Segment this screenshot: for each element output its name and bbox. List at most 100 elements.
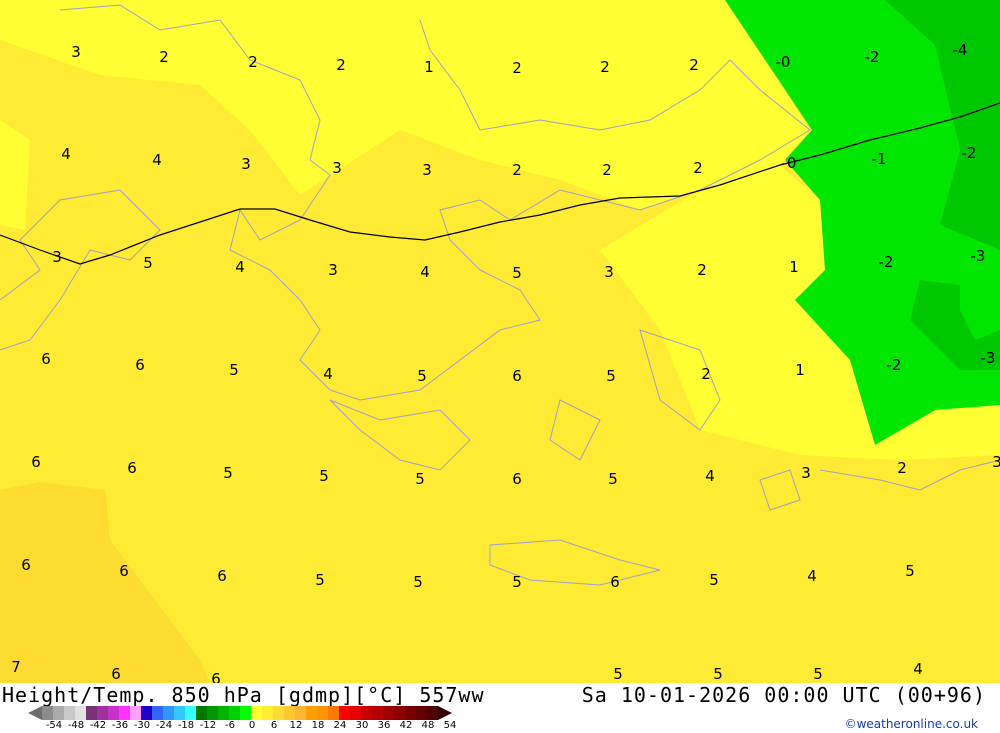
temperature-label: 3: [992, 453, 1000, 471]
temperature-label: 5: [512, 573, 522, 591]
temperature-label: 2: [689, 56, 699, 74]
scale-tick-label: 48: [421, 720, 435, 731]
temperature-label: 6: [610, 573, 620, 591]
scale-left-arrow: [28, 706, 42, 720]
footer: Height/Temp. 850 hPa [gdmp][°C] 557ww Sa…: [0, 683, 1000, 733]
temperature-label: 6: [512, 470, 522, 488]
temperature-label: 5: [709, 571, 719, 589]
weather-map: 3 2 2 2 1 2 2 2 -0 -2 -4 4 4 3 3 3 2 2 2 -0 -1 -2 3 5 4 3 4 5 3 2 1 -2 -…: [0, 0, 1000, 683]
scale-swatch: [372, 706, 383, 720]
scale-swatch: [163, 706, 174, 720]
temperature-label: 6: [21, 556, 31, 574]
temperature-label: 2: [159, 48, 169, 66]
temperature-label: 4: [61, 145, 71, 163]
scale-swatch: [251, 706, 262, 720]
scale-swatch: [306, 706, 317, 720]
temperature-label: 3: [71, 43, 81, 61]
temperature-label: -3: [971, 247, 986, 265]
temperature-label: -2: [865, 48, 880, 66]
temperature-label: -3: [981, 349, 996, 367]
temperature-label: 6: [31, 453, 41, 471]
temperature-label: -0: [776, 53, 791, 71]
temperature-label: 4: [913, 660, 923, 678]
temperature-label: 5: [413, 573, 423, 591]
temperature-label: 6: [211, 670, 221, 683]
valid-datetime: Sa 10-01-2026 00:00 UTC (00+96): [581, 683, 986, 707]
temperature-label: 1: [789, 258, 799, 276]
temperature-label: 5: [143, 254, 153, 272]
scale-swatch: [218, 706, 229, 720]
temperature-label: 5: [606, 367, 616, 385]
temperature-label: 3: [604, 263, 614, 281]
scale-swatch: [273, 706, 284, 720]
scale-swatch: [229, 706, 240, 720]
scale-swatch: [152, 706, 163, 720]
scale-tick-label: 42: [399, 720, 413, 731]
temperature-label: 6: [119, 562, 129, 580]
scale-right-arrow: [438, 706, 452, 720]
credit-link[interactable]: ©weatheronline.co.uk: [845, 717, 978, 731]
scale-tick-label: 0: [248, 720, 256, 731]
temperature-label: 5: [713, 665, 723, 683]
temperature-label: 5: [608, 470, 618, 488]
temperature-label: 5: [415, 470, 425, 488]
temperature-label: 4: [807, 567, 817, 585]
temperature-label: 6: [127, 459, 137, 477]
scale-swatch: [284, 706, 295, 720]
scale-swatch: [405, 706, 416, 720]
temperature-label: 2: [897, 459, 907, 477]
scale-swatch: [196, 706, 207, 720]
scale-tick-label: -48: [67, 720, 85, 731]
temperature-label: 6: [512, 367, 522, 385]
scale-swatch: [42, 706, 53, 720]
temperature-label: 4: [705, 467, 715, 485]
temperature-label: 2: [602, 161, 612, 179]
map-title: Height/Temp. 850 hPa [gdmp][°C] 557ww: [2, 683, 485, 707]
scale-swatch: [185, 706, 196, 720]
scale-swatch: [53, 706, 64, 720]
temperature-label: 5: [512, 264, 522, 282]
scale-tick-label: -24: [155, 720, 173, 731]
temperature-label: 6: [111, 665, 121, 683]
scale-swatch: [361, 706, 372, 720]
temperature-label: 2: [248, 53, 258, 71]
scale-swatch: [427, 706, 438, 720]
scale-swatch: [262, 706, 273, 720]
scale-swatch: [130, 706, 141, 720]
temperature-label: 6: [217, 567, 227, 585]
temperature-label: 5: [613, 665, 623, 683]
temperature-label: 2: [512, 161, 522, 179]
temperature-label: 1: [424, 58, 434, 76]
scale-tick-label: -42: [89, 720, 107, 731]
scale-swatch: [328, 706, 339, 720]
temperature-label: 2: [701, 365, 711, 383]
temperature-label: 5: [905, 562, 915, 580]
scale-swatch: [240, 706, 251, 720]
scale-swatch: [86, 706, 97, 720]
temperature-label: 3: [332, 159, 342, 177]
temperature-label: -4: [953, 41, 968, 59]
temperature-label: -2: [879, 253, 894, 271]
temperature-label: 2: [693, 159, 703, 177]
scale-swatch: [119, 706, 130, 720]
color-scale-legend: [28, 706, 452, 720]
temperature-label: 2: [512, 59, 522, 77]
scale-tick-label: -18: [177, 720, 195, 731]
temperature-label: 5: [229, 361, 239, 379]
temperature-label: 5: [315, 571, 325, 589]
temperature-label: 3: [328, 261, 338, 279]
temperature-label: 4: [152, 151, 162, 169]
temperature-label: 2: [336, 56, 346, 74]
temperature-label: 5: [813, 665, 823, 683]
scale-swatch: [317, 706, 328, 720]
temperature-label: -2: [962, 144, 977, 162]
temperature-label: 2: [600, 58, 610, 76]
temperature-label: 4: [235, 258, 245, 276]
scale-swatch: [97, 706, 108, 720]
temperature-label: 6: [135, 356, 145, 374]
temperature-label: 4: [323, 365, 333, 383]
temperature-label: -0: [782, 154, 797, 172]
scale-tick-label: -30: [133, 720, 151, 731]
scale-swatch: [383, 706, 394, 720]
temperature-label: 2: [697, 261, 707, 279]
